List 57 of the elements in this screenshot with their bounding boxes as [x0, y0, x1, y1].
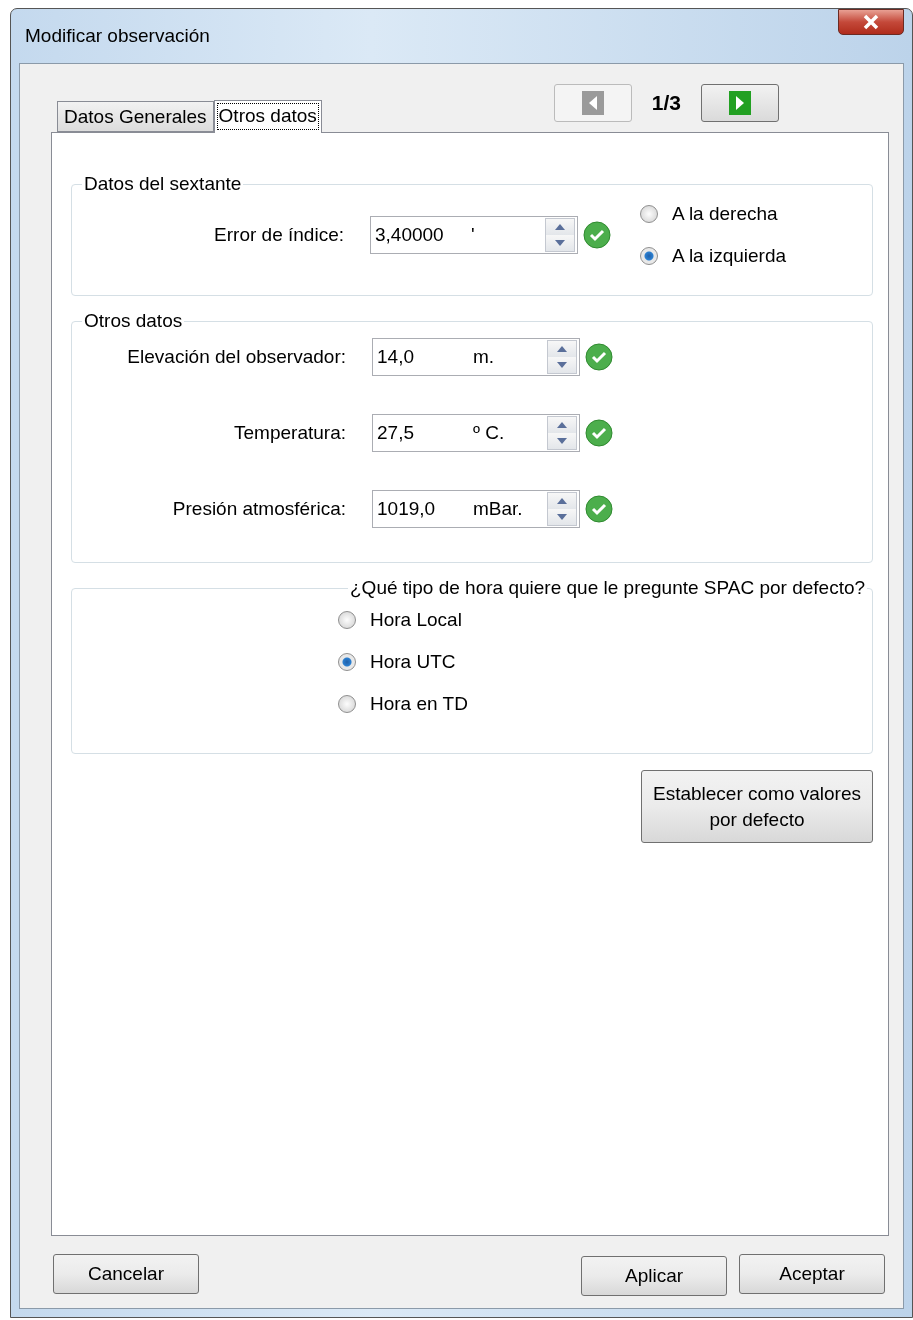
- radio-option[interactable]: A la derecha: [640, 203, 787, 225]
- radio-option[interactable]: Hora en TD: [338, 693, 872, 715]
- field-label: Elevación del observador:: [126, 346, 347, 368]
- close-button[interactable]: [838, 9, 904, 35]
- tab[interactable]: Datos Generales: [57, 101, 214, 132]
- group-title: ¿Qué tipo de hora quiere que le pregunte SPAC por defecto?: [349, 577, 867, 599]
- apply-button[interactable]: Aplicar: [581, 1256, 727, 1296]
- cancel-button[interactable]: Cancelar: [53, 1254, 199, 1294]
- window-title: Modificar observación: [24, 25, 210, 47]
- down-arrow-icon: [557, 438, 567, 444]
- field-label: Temperatura:: [233, 422, 347, 444]
- radio-label: Hora Local: [370, 609, 462, 631]
- unit-label: m.: [473, 346, 496, 368]
- field-label: Presión atmosférica:: [171, 498, 347, 520]
- up-arrow-icon: [557, 422, 567, 428]
- down-arrow-icon: [555, 240, 565, 246]
- radio-option[interactable]: Hora UTC: [338, 651, 872, 673]
- down-arrow-icon: [557, 514, 567, 520]
- unit-label: mBar.: [473, 498, 524, 520]
- spin-buttons[interactable]: [547, 492, 577, 526]
- number-field[interactable]: 1019,0 mBar.: [372, 490, 580, 528]
- down-arrow-icon: [557, 362, 567, 368]
- next-button[interactable]: [701, 84, 779, 122]
- radio-button[interactable]: [640, 205, 658, 223]
- set-defaults-button[interactable]: Establecer como valores por defecto: [641, 770, 873, 843]
- up-arrow-icon: [557, 346, 567, 352]
- group-title: Datos del sextante: [83, 173, 243, 195]
- field-label: Error de índice:: [213, 224, 345, 246]
- accept-button[interactable]: Aceptar: [739, 1254, 885, 1294]
- radio-label: A la izquierda: [672, 245, 787, 267]
- radio-label: A la derecha: [672, 203, 778, 225]
- close-icon: [861, 14, 881, 30]
- unit-label: º C.: [473, 422, 506, 444]
- radio-button[interactable]: [338, 695, 356, 713]
- tab[interactable]: Otros datos: [213, 100, 322, 133]
- up-arrow-icon: [557, 498, 567, 504]
- number-field[interactable]: 3,40000 ': [370, 216, 578, 254]
- radio-option[interactable]: A la izquierda: [640, 245, 787, 267]
- group-title: Otros datos: [83, 310, 184, 332]
- radio-button[interactable]: [640, 247, 658, 265]
- field-value: 3,40000: [375, 224, 445, 246]
- radio-label: Hora UTC: [370, 651, 456, 673]
- number-field[interactable]: 14,0 m.: [372, 338, 580, 376]
- unit-label: ': [471, 224, 476, 246]
- up-arrow-icon: [555, 224, 565, 230]
- spin-buttons[interactable]: [547, 416, 577, 450]
- field-value: 27,5: [377, 422, 415, 444]
- number-field[interactable]: 27,5 º C.: [372, 414, 580, 452]
- spin-buttons[interactable]: [545, 218, 575, 252]
- field-value: 1019,0: [377, 498, 437, 520]
- radio-label: Hora en TD: [370, 693, 468, 715]
- spin-buttons[interactable]: [547, 340, 577, 374]
- field-value: 14,0: [377, 346, 415, 368]
- page-indicator: 1/3: [651, 91, 681, 115]
- radio-option[interactable]: Hora Local: [338, 609, 872, 631]
- radio-button[interactable]: [338, 611, 356, 629]
- radio-button[interactable]: [338, 653, 356, 671]
